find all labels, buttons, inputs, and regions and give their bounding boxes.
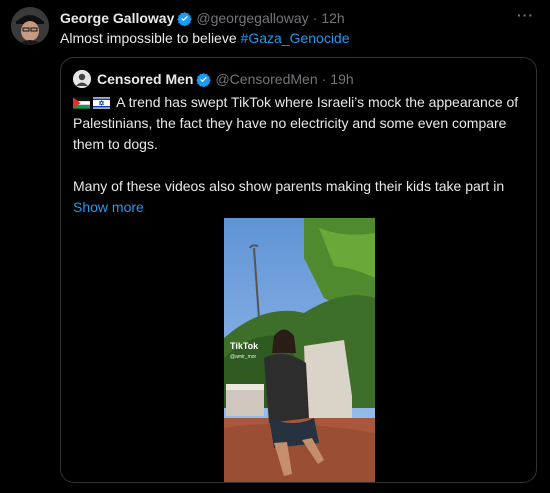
tiktok-username: @amir_mor [230, 354, 257, 360]
quoted-header-separator: · [321, 71, 327, 87]
quoted-author-handle[interactable]: @CensoredMen [215, 71, 317, 87]
show-more-link[interactable]: Show more [73, 197, 531, 218]
author-avatar[interactable] [11, 7, 49, 45]
video-frame-image: TikTok @amir_mor [224, 218, 375, 482]
author-name[interactable]: George Galloway [60, 10, 174, 26]
hashtag-link[interactable]: #Gaza_Genocide [241, 30, 350, 46]
tweet-timestamp[interactable]: 12h [321, 10, 344, 26]
tweet-text: Almost impossible to believe #Gaza_Genoc… [60, 30, 350, 46]
quoted-paragraph-2: Many of these videos also show parents m… [73, 178, 505, 194]
tiktok-watermark: TikTok [230, 341, 259, 351]
quoted-paragraph-1-text: A trend has swept TikTok where Israeli’s… [73, 94, 519, 152]
israel-flag-icon [93, 97, 110, 109]
quoted-tweet-header: Censored Men @CensoredMen · 19h [73, 70, 354, 88]
tweet-body: Almost impossible to believe [60, 30, 241, 46]
video-thumbnail[interactable]: TikTok @amir_mor [224, 218, 375, 482]
quoted-tweet[interactable]: Censored Men @CensoredMen · 19h A trend … [60, 57, 537, 483]
quoted-author-name[interactable]: Censored Men [97, 71, 193, 87]
quoted-author-avatar[interactable] [73, 70, 91, 88]
verified-badge-icon [196, 72, 212, 87]
quoted-tweet-body: A trend has swept TikTok where Israeli’s… [73, 92, 531, 218]
header-separator: · [312, 10, 318, 26]
quoted-paragraph-1: A trend has swept TikTok where Israeli’s… [73, 92, 531, 155]
palestine-flag-icon [73, 97, 90, 109]
author-handle[interactable]: @georgegalloway [196, 10, 308, 26]
more-options-icon[interactable]: ··· [517, 7, 534, 23]
tweet-header: George Galloway @georgegalloway · 12h [60, 8, 538, 28]
verified-badge-icon [177, 11, 193, 26]
quoted-timestamp[interactable]: 19h [330, 71, 353, 87]
